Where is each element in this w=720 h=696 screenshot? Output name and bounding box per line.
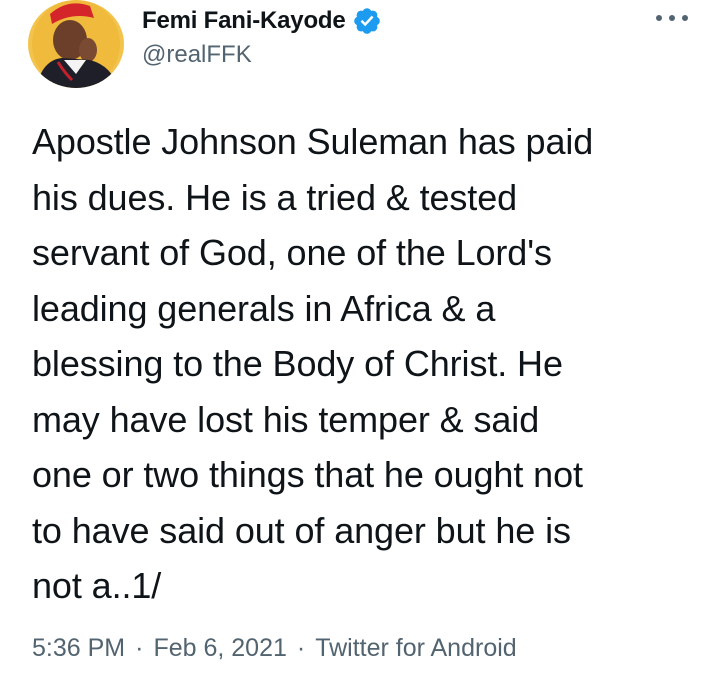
tweet-time[interactable]: 5:36 PM: [32, 634, 125, 663]
tweet-text: Apostle Johnson Suleman has paid his due…: [32, 121, 594, 606]
dot: [669, 15, 675, 21]
tweet-meta: 5:36 PM · Feb 6, 2021 · Twitter for Andr…: [32, 634, 517, 663]
author-handle[interactable]: @realFFK: [142, 41, 252, 69]
display-name[interactable]: Femi Fani-Kayode: [142, 7, 346, 35]
more-options-icon[interactable]: [656, 12, 688, 24]
separator: ·: [135, 634, 144, 662]
dot: [682, 15, 688, 21]
dot: [656, 15, 662, 21]
author-name-row[interactable]: Femi Fani-Kayode: [142, 6, 382, 36]
tweet-source[interactable]: Twitter for Android: [315, 634, 516, 663]
verified-badge-icon: [352, 6, 382, 36]
avatar[interactable]: [28, 0, 124, 88]
tweet: Femi Fani-Kayode @realFFK Apostle Johnso…: [0, 0, 720, 696]
separator: ·: [296, 634, 306, 662]
tweet-date[interactable]: Feb 6, 2021: [153, 634, 286, 663]
